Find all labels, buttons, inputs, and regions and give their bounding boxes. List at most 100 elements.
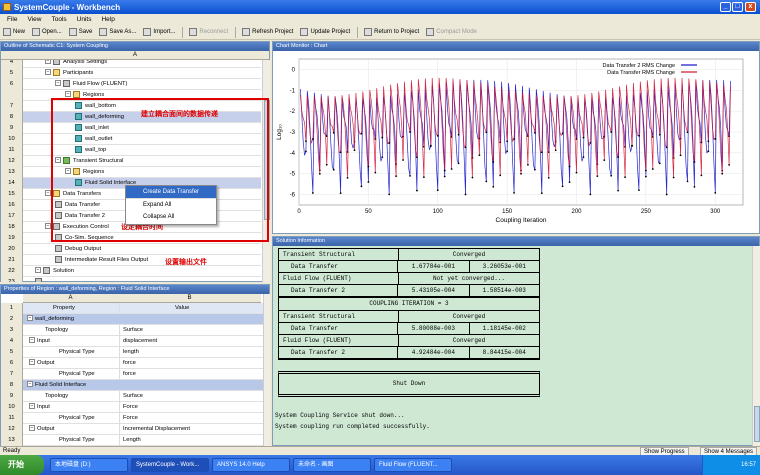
close-button[interactable]: x	[745, 2, 756, 12]
property-value[interactable]: Incremental Displacement	[119, 424, 262, 435]
series-point	[332, 168, 335, 171]
series-point	[464, 146, 467, 149]
series-point	[360, 132, 363, 135]
outline-row[interactable]: 4 − Analysis Settings	[1, 60, 261, 68]
toolbar-return-to-project-button[interactable]: Return to Project	[364, 28, 419, 36]
collapse-toggle-icon[interactable]: −	[29, 359, 35, 366]
toolbar-label: Update Project	[310, 29, 351, 35]
collapse-toggle-icon[interactable]: −	[45, 69, 51, 76]
series-point	[603, 159, 606, 162]
taskbar-item[interactable]: Fluid Flow (FLUENT...	[374, 458, 452, 472]
outline-column-header: A	[1, 51, 269, 60]
property-row[interactable]: 13 Physical Type Length	[1, 435, 263, 446]
property-value[interactable]: length	[119, 347, 262, 358]
property-value[interactable]: Surface	[119, 391, 262, 402]
toolbar-reconnect-button[interactable]: Reconnect	[189, 28, 228, 36]
start-button[interactable]: 开始	[0, 455, 44, 475]
convergence-value: 5.43105e-004	[398, 285, 470, 296]
convergence-value: 5.80088e-003	[398, 323, 470, 334]
series-point	[485, 180, 488, 183]
menu-create-data-transfer[interactable]: Create Data Transfer	[126, 186, 216, 198]
row-number	[1, 90, 23, 101]
series-point	[478, 154, 481, 157]
y-tick-label: -5	[290, 172, 296, 178]
toolbar-save-as-button[interactable]: Save As...	[99, 28, 136, 36]
property-name: − Fluid Solid Interface	[27, 380, 117, 391]
properties-scrollbar[interactable]	[263, 294, 270, 446]
toolbar-import-button[interactable]: Import...	[143, 28, 175, 36]
toolbar-compact-mode-button[interactable]: Compact Mode	[426, 28, 477, 36]
property-row[interactable]: 12− Output Incremental Displacement	[1, 424, 263, 435]
property-value[interactable]: Force	[119, 413, 262, 424]
convergence-row: Data Transfer 5.80088e-003 1.18145e-002	[279, 323, 539, 335]
property-value[interactable]: displacement	[119, 336, 262, 347]
series-point	[554, 149, 557, 152]
menu-help[interactable]: Help	[101, 16, 114, 23]
taskbar-item[interactable]: SystemCouple - Work...	[131, 458, 209, 472]
outline-cell: − Analysis Settings	[45, 60, 107, 68]
series-point	[582, 156, 585, 159]
series-point	[686, 180, 689, 183]
outline-label: Intermediate Result Files Output	[65, 257, 149, 263]
property-row[interactable]: 3 Topology Surface	[1, 325, 263, 336]
property-row[interactable]: 7 Physical Type force	[1, 369, 263, 380]
outline-row[interactable]: 22 − Solution	[1, 266, 261, 277]
maximize-button[interactable]: □	[732, 2, 743, 12]
property-row[interactable]: 6− Output force	[1, 358, 263, 369]
outline-row[interactable]: 21 Intermediate Result Files Output	[1, 255, 261, 266]
collapse-toggle-icon[interactable]: −	[29, 425, 35, 432]
collapse-toggle-icon[interactable]: −	[35, 267, 41, 274]
property-value[interactable]: Length	[119, 435, 262, 446]
series-point	[568, 181, 571, 184]
collapse-toggle-icon[interactable]: −	[45, 60, 51, 65]
collapse-toggle-icon[interactable]: −	[29, 403, 35, 410]
toolbar-save-button[interactable]: Save	[68, 28, 92, 36]
menu-expand-all[interactable]: Expand All	[126, 198, 216, 211]
collapse-toggle-icon[interactable]: −	[29, 337, 35, 344]
legend-label: Data Transfer 2 RMS Change	[603, 63, 675, 69]
gear-icon	[53, 60, 60, 65]
convergence-item: Transient Structural	[279, 311, 399, 322]
outline-cell	[35, 277, 45, 282]
property-value[interactable]: Surface	[119, 325, 262, 336]
outline-row[interactable]: 23	[1, 277, 261, 282]
property-row[interactable]: 4− Input displacement	[1, 336, 263, 347]
solution-scrollbar[interactable]	[752, 246, 760, 446]
minimize-button[interactable]: _	[720, 2, 731, 12]
menu-tools[interactable]: Tools	[51, 16, 66, 23]
collapse-toggle-icon[interactable]: −	[27, 381, 33, 388]
property-value[interactable]: force	[119, 369, 262, 380]
taskbar-item[interactable]: ANSYS 14.0 Help	[212, 458, 290, 472]
toolbar-refresh-project-button[interactable]: Refresh Project	[242, 28, 293, 36]
outline-row[interactable]: 5 − Participants	[1, 68, 261, 79]
toolbar-update-project-button[interactable]: Update Project	[300, 28, 350, 36]
outline-row[interactable]: 6 − Fluid Flow (FLUENT)	[1, 79, 261, 90]
toolbar-open-button[interactable]: Open...	[32, 28, 62, 36]
collapse-toggle-icon[interactable]: −	[55, 80, 61, 87]
row-number: 3	[1, 325, 23, 336]
menu-file[interactable]: File	[7, 16, 17, 23]
property-row[interactable]: 8− Fluid Solid Interface	[1, 380, 263, 391]
property-row[interactable]: 2− wall_deforming	[1, 314, 263, 325]
row-number: 19	[1, 233, 23, 244]
collapse-toggle-icon[interactable]: −	[65, 91, 71, 98]
menu-view[interactable]: View	[27, 16, 41, 23]
property-value[interactable]: Force	[119, 402, 262, 413]
taskbar-item[interactable]: 本地磁盘 (D:)	[50, 458, 128, 472]
menu-units[interactable]: Units	[77, 16, 92, 23]
taskbar-item[interactable]: 未命名 - 画图	[293, 458, 371, 472]
series-point	[728, 163, 731, 166]
outline-row[interactable]: 20 Debug Output	[1, 244, 261, 255]
property-row[interactable]: 11 Physical Type Force	[1, 413, 263, 424]
row-number: 5	[1, 68, 23, 79]
property-row[interactable]: 1 Property Value	[1, 303, 263, 314]
y-tick-label: -3	[290, 130, 296, 136]
property-row[interactable]: 10− Input Force	[1, 402, 263, 413]
collapse-toggle-icon[interactable]: −	[27, 315, 33, 322]
property-value[interactable]: force	[119, 358, 262, 369]
property-row[interactable]: 5 Physical Type length	[1, 347, 263, 358]
property-row[interactable]: 9 Topology Surface	[1, 391, 263, 402]
toolbar-new-button[interactable]: New	[3, 28, 25, 36]
menu-collapse-all[interactable]: Collapse All	[126, 211, 216, 224]
outline-cell: Debug Output	[55, 244, 101, 255]
